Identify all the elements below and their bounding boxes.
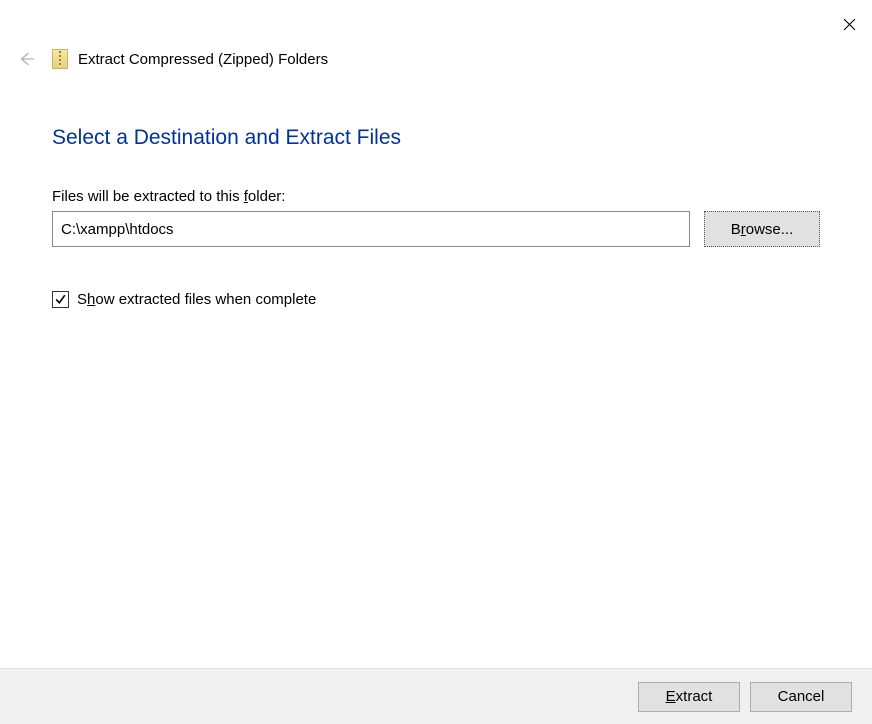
close-icon bbox=[843, 18, 856, 31]
cancel-button[interactable]: Cancel bbox=[750, 682, 852, 712]
back-button[interactable] bbox=[12, 45, 40, 73]
extract-button[interactable]: Extract bbox=[638, 682, 740, 712]
show-files-checkbox-row: Show extracted files when complete bbox=[52, 291, 820, 308]
destination-path-input[interactable] bbox=[52, 211, 690, 247]
window-title: Extract Compressed (Zipped) Folders bbox=[78, 51, 328, 68]
zip-folder-icon bbox=[52, 49, 68, 69]
page-heading: Select a Destination and Extract Files bbox=[52, 126, 820, 150]
browse-button[interactable]: Browse... bbox=[704, 211, 820, 247]
back-arrow-icon bbox=[17, 50, 35, 68]
header-row: Extract Compressed (Zipped) Folders bbox=[0, 44, 872, 74]
titlebar bbox=[0, 0, 872, 48]
footer-bar: Extract Cancel bbox=[0, 668, 872, 724]
checkmark-icon bbox=[54, 293, 67, 306]
content-area: Select a Destination and Extract Files F… bbox=[0, 74, 872, 308]
path-row: Browse... bbox=[52, 211, 820, 247]
show-files-checkbox[interactable] bbox=[52, 291, 69, 308]
folder-label: Files will be extracted to this folder: bbox=[52, 188, 820, 205]
close-button[interactable] bbox=[826, 8, 872, 40]
show-files-label[interactable]: Show extracted files when complete bbox=[77, 291, 316, 308]
